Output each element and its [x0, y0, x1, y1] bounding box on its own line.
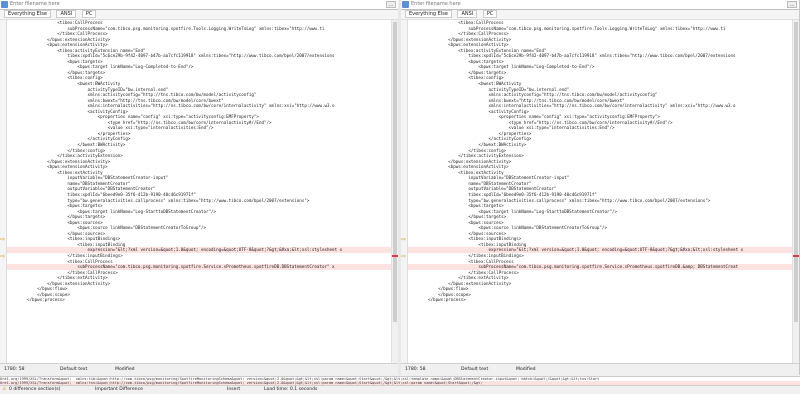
- left-vertical-scrollbar[interactable]: [391, 20, 398, 363]
- scrollbar-thumb[interactable]: [393, 22, 397, 322]
- modified-state: Modified: [115, 367, 135, 372]
- left-filename-bar: ...: [0, 0, 398, 10]
- right-status-bar: 1780: 58 Default text Modified: [401, 363, 799, 375]
- right-code-view[interactable]: <tibex:CallProcess subProcessName="com.t…: [408, 20, 793, 363]
- right-tabs-dropdown[interactable]: Everything Else: [405, 10, 452, 18]
- right-vertical-scrollbar[interactable]: [792, 20, 799, 363]
- text-mode: Default text: [461, 367, 489, 372]
- right-encoding-dropdown[interactable]: ANSI: [457, 10, 478, 18]
- left-encoding-dropdown[interactable]: ANSI: [56, 10, 77, 18]
- right-options-bar: Everything Else ANSI PC: [401, 10, 799, 20]
- right-filename-input[interactable]: [411, 0, 781, 8]
- left-code-view[interactable]: <tibex:CallProcess subProcessName="com.t…: [7, 20, 392, 363]
- cursor-position: 1780: 58: [405, 367, 426, 372]
- diff-marker: [793, 255, 799, 257]
- left-editor-pane: ... Everything Else ANSI PC ⇨ ⇨ <tibex:C…: [0, 0, 399, 375]
- code-line: subProcessName="com.tibco.psg.monitoring…: [7, 264, 392, 270]
- right-browse-button[interactable]: ...: [787, 1, 797, 8]
- left-status-bar: 1780: 58 Default text Modified: [0, 363, 398, 375]
- file-icon: [1, 1, 8, 8]
- diff-arrow-icon: ⇨: [401, 253, 407, 260]
- diff-arrow-icon: ⇨: [0, 253, 6, 260]
- left-lineending-dropdown[interactable]: PC: [81, 10, 97, 18]
- text-mode: Default text: [60, 367, 88, 372]
- file-icon: [402, 1, 409, 8]
- right-lineending-dropdown[interactable]: PC: [482, 10, 498, 18]
- right-editor-pane: ... Everything Else ANSI PC ⇨ ⇨ <tibex:C…: [401, 0, 800, 375]
- left-options-bar: Everything Else ANSI PC: [0, 10, 398, 20]
- code-line: xmlns:internalactivities="http://ns.tibc…: [428, 103, 736, 109]
- right-gutter: ⇨ ⇨: [401, 20, 408, 363]
- left-tabs-dropdown[interactable]: Everything Else: [4, 10, 51, 18]
- diff-arrow-icon: ⇨: [0, 236, 6, 243]
- code-line: </bpws:process>: [27, 297, 65, 303]
- left-gutter: ⇨ ⇨: [0, 20, 7, 363]
- code-line: </bpws:process>: [428, 297, 466, 303]
- line-diff-view[interactable]: Ure1.org/1999/XSL/Transform&quot; xmlns:…: [0, 376, 800, 385]
- left-browse-button[interactable]: ...: [386, 1, 396, 8]
- right-filename-bar: ...: [401, 0, 799, 10]
- left-filename-input[interactable]: [10, 0, 380, 8]
- scrollbar-thumb[interactable]: [794, 22, 798, 322]
- code-line: subProcessName="com.tibco.psg.monitoring…: [408, 264, 793, 270]
- diff-arrow-icon: ⇨: [401, 236, 407, 243]
- modified-state: Modified: [516, 367, 536, 372]
- code-line: tibex:xpdlId="5c6ce29b-9f42-4097-b47b-aa…: [428, 53, 736, 59]
- code-line: tibex:xpdlId="5c6ce29b-9f42-4097-b47b-aa…: [27, 53, 335, 59]
- cursor-position: 1780: 58: [4, 367, 25, 372]
- code-line: xmlns:internalactivities="http://ns.tibc…: [27, 103, 335, 109]
